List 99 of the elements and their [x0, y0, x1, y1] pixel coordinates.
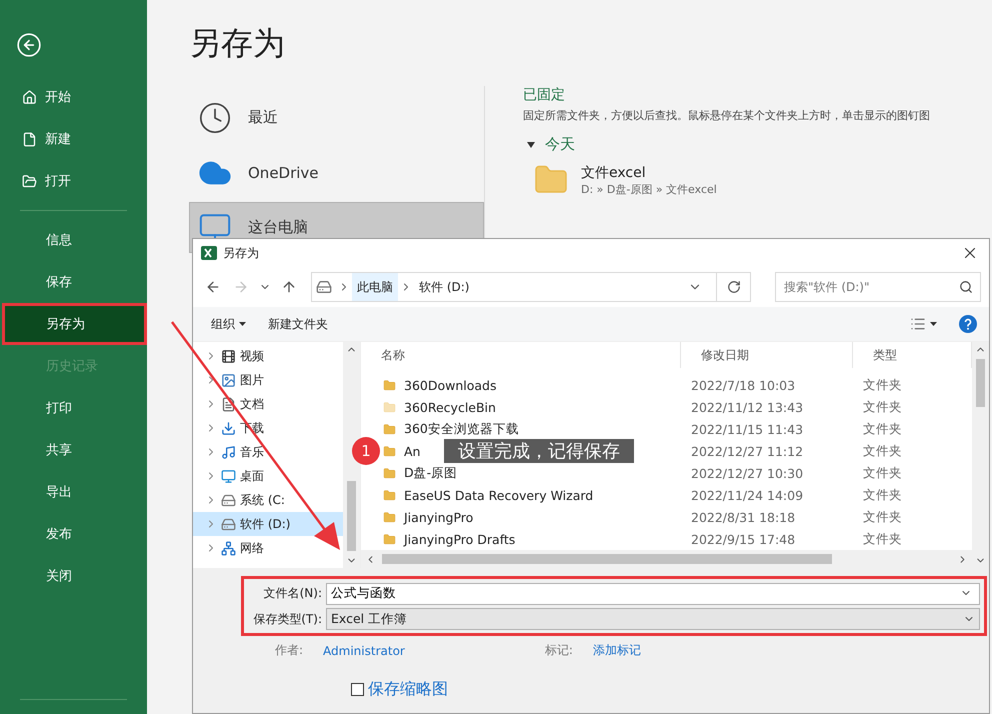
- date-cell-text: 2022/7/18 10:03: [690, 378, 796, 392]
- sidebar-item[interactable]: 打开: [2, 160, 147, 202]
- nav-tree-item[interactable]: 图片: [193, 368, 343, 392]
- folder-icon: [22, 174, 37, 188]
- clock-icon: [198, 100, 232, 134]
- nav-tree-item[interactable]: 网络: [193, 536, 343, 560]
- date-cell-text: 2022/11/12 13:43: [690, 400, 804, 414]
- drive-icon: [316, 279, 332, 295]
- scrollbar[interactable]: [972, 342, 989, 568]
- drive-icon: [221, 492, 236, 508]
- nav-tree-item[interactable]: 文档: [193, 392, 343, 416]
- film-icon: [221, 348, 236, 364]
- type-cell-text: 文件夹: [862, 420, 903, 438]
- type-cell-text: 文件夹: [862, 530, 903, 548]
- organize-button[interactable]: 组织: [211, 316, 246, 332]
- drive-icon: [221, 516, 236, 532]
- view-options-button[interactable]: [910, 316, 937, 332]
- field-label: 保存类型(T):: [252, 610, 322, 628]
- sidebar-item[interactable]: 关闭: [2, 555, 147, 597]
- file-name[interactable]: JianyingPro Drafts: [383, 532, 516, 546]
- field-label: 文件名(N):: [262, 584, 322, 602]
- checkbox[interactable]: [351, 683, 364, 696]
- annotation-tooltip: 设置完成，记得保存: [444, 439, 634, 463]
- sidebar-item[interactable]: 保存: [2, 261, 147, 303]
- sidebar-item[interactable]: 信息: [2, 219, 147, 261]
- file-name[interactable]: 360安全浏览器下载: [383, 420, 519, 438]
- breadcrumb[interactable]: 软件 (D:): [414, 273, 474, 301]
- date-cell-text: 2022/9/15 17:48: [690, 532, 796, 546]
- nav-tree-item[interactable]: 视频: [193, 344, 343, 368]
- scrollbar-thumb[interactable]: [976, 359, 985, 407]
- author-link[interactable]: Administrator: [323, 644, 405, 658]
- network-icon: [221, 540, 236, 556]
- date-cell-text: 2022/11/15 11:43: [690, 422, 804, 436]
- page-title: 另存为: [189, 23, 285, 64]
- type-cell-text: 文件夹: [862, 376, 903, 394]
- picture-icon: [221, 372, 236, 388]
- nav-tree-item[interactable]: 系统 (C:: [193, 488, 343, 512]
- nav-tree-item[interactable]: 软件 (D:): [193, 512, 343, 536]
- nav-tree-item[interactable]: 桌面: [193, 464, 343, 488]
- add-tag-link[interactable]: 添加标记: [592, 642, 641, 659]
- file-name[interactable]: JianyingPro: [383, 510, 474, 524]
- sidebar-item[interactable]: 导出: [2, 471, 147, 513]
- location-item[interactable]: OneDrive: [189, 147, 484, 198]
- scrollbar-thumb[interactable]: [382, 554, 832, 564]
- folder-path: D: » D盘-原图 » 文件excel: [581, 182, 717, 196]
- type-cell-text: 文件夹: [862, 464, 903, 482]
- document-icon: [221, 396, 236, 412]
- caret-icon: [527, 142, 535, 148]
- sidebar-item[interactable]: 另存为: [2, 303, 147, 345]
- desktop-icon: [221, 468, 236, 484]
- date-cell-text: 2022/8/31 18:18: [690, 510, 796, 524]
- scrollbar-thumb[interactable]: [347, 481, 356, 551]
- file-name[interactable]: An: [383, 444, 420, 458]
- search-field[interactable]: 搜索"软件 (D:)": [775, 272, 981, 302]
- group-header[interactable]: 今天: [523, 135, 575, 154]
- refresh-icon: [726, 280, 740, 294]
- type-cell-text: 文件夹: [862, 398, 903, 416]
- document-icon: [22, 132, 37, 146]
- caret-icon: [239, 322, 246, 326]
- scrollbar[interactable]: [343, 342, 360, 568]
- date-cell-text: 2022/12/27 11:12: [690, 444, 804, 458]
- sidebar-item[interactable]: 开始: [2, 76, 147, 118]
- address-bar[interactable]: 此电脑 软件 (D:): [311, 272, 717, 302]
- sidebar-item[interactable]: 打印: [2, 387, 147, 429]
- date-cell-text: 2022/11/24 14:09: [690, 488, 804, 502]
- column-header[interactable]: 名称: [361, 342, 681, 368]
- type-cell-text: 文件夹: [862, 442, 903, 460]
- home-icon: [22, 90, 37, 104]
- file-name-field[interactable]: 公式与函数: [326, 582, 980, 604]
- section-description: 固定所需文件夹，方便以后查找。鼠标悬停在某个文件夹上方时，单击显示的图钉图: [523, 108, 930, 123]
- checkbox-label[interactable]: 保存缩略图: [368, 679, 448, 700]
- list-view-icon: [910, 316, 926, 332]
- download-icon: [221, 420, 236, 436]
- sidebar-item[interactable]: 发布: [2, 513, 147, 555]
- caret-icon: [930, 322, 937, 326]
- spreadsheet-icon: [201, 245, 217, 261]
- section-heading: 已固定: [523, 86, 565, 104]
- file-name[interactable]: D盘-原图: [383, 464, 458, 482]
- date-cell-text: 2022/12/27 10:30: [690, 466, 804, 480]
- type-cell-text: 文件夹: [862, 486, 903, 504]
- search-icon: [959, 280, 973, 294]
- new-folder-button[interactable]: 新建文件夹: [268, 316, 328, 332]
- field-label: 作者:: [275, 642, 304, 659]
- nav-tree-item[interactable]: 音乐: [193, 440, 343, 464]
- sidebar-item[interactable]: 共享: [2, 429, 147, 471]
- help-icon[interactable]: [959, 315, 977, 333]
- sidebar-item[interactable]: 新建: [2, 118, 147, 160]
- type-cell-text: 文件夹: [862, 508, 903, 526]
- column-header[interactable]: 修改日期: [681, 342, 853, 368]
- field-label: 标记:: [544, 642, 573, 659]
- file-name[interactable]: 360Downloads: [383, 378, 497, 392]
- refresh-button[interactable]: [717, 272, 751, 302]
- location-item[interactable]: 最近: [189, 92, 484, 143]
- file-name[interactable]: EaseUS Data Recovery Wizard: [383, 488, 594, 502]
- breadcrumb[interactable]: 此电脑: [352, 273, 398, 301]
- music-icon: [221, 444, 236, 460]
- file-name[interactable]: 360RecycleBin: [383, 400, 496, 414]
- file-type-select[interactable]: Excel 工作簿: [326, 608, 980, 630]
- folder-name[interactable]: 文件excel: [581, 164, 717, 182]
